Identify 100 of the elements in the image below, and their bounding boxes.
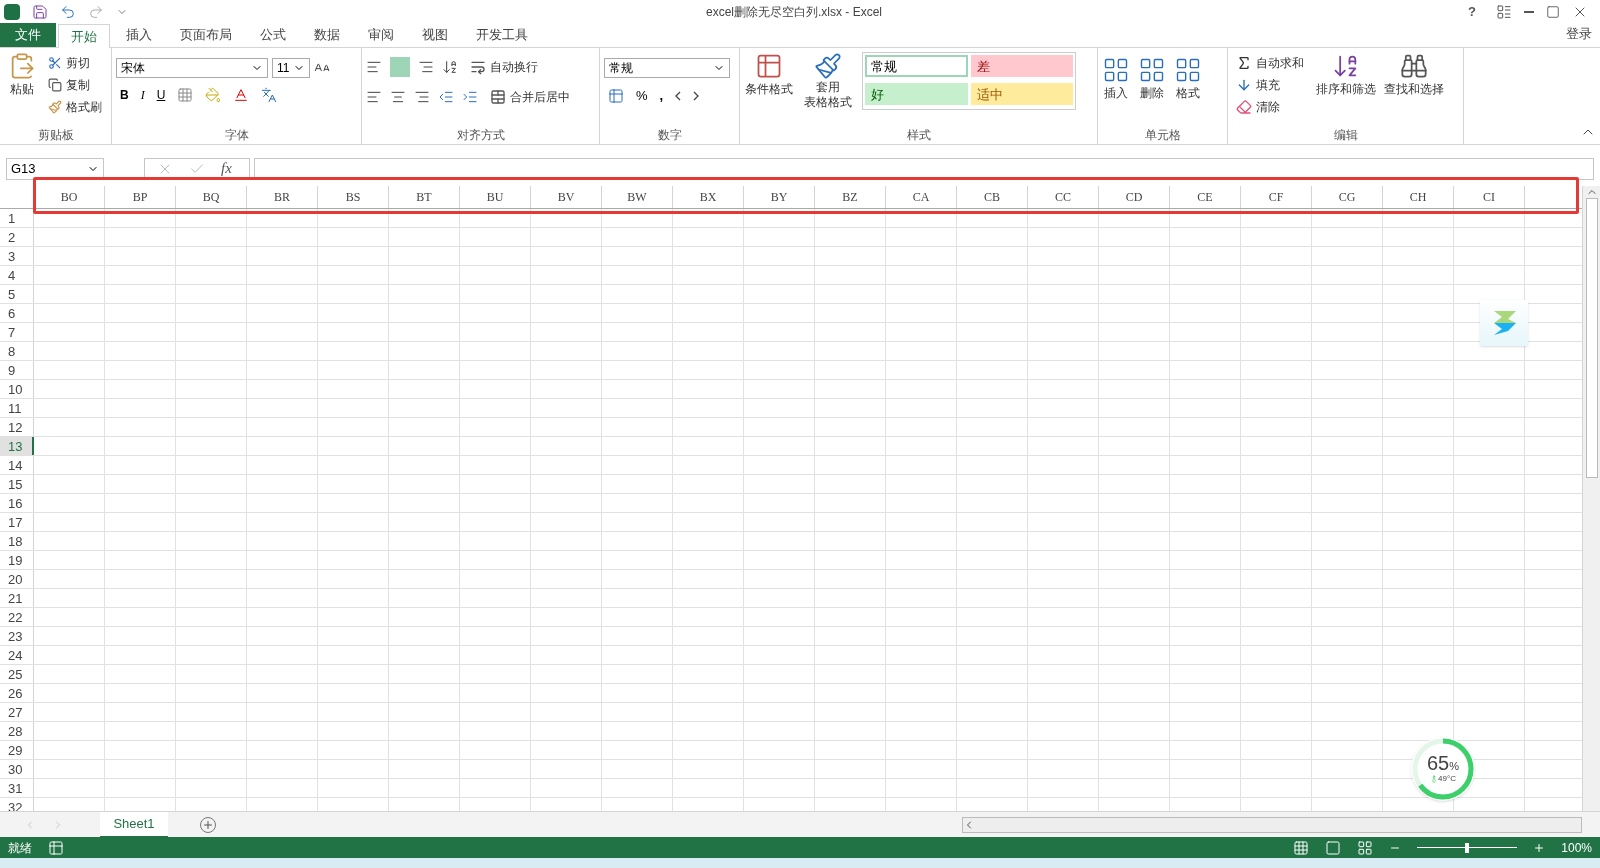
row-header[interactable]: 22 — [0, 608, 34, 626]
clear-button[interactable]: 清除 — [1232, 96, 1308, 118]
comma-button[interactable]: , — [659, 86, 664, 106]
column-header[interactable]: BR — [247, 186, 318, 208]
number-format-field[interactable]: 常规 — [604, 58, 730, 78]
copy-button[interactable]: 复制 — [44, 74, 106, 96]
column-header[interactable]: BZ — [815, 186, 886, 208]
sheet-tab[interactable]: Sheet1 — [100, 811, 168, 838]
ribbon-tab[interactable]: 开发工具 — [464, 23, 540, 47]
help-button[interactable]: ? — [1460, 2, 1484, 22]
format-painter-button[interactable]: 格式刷 — [44, 96, 106, 118]
find-select-button[interactable]: 查找和选择 — [1384, 52, 1444, 118]
insert-function-button[interactable]: fx — [221, 157, 232, 180]
row-header[interactable]: 28 — [0, 722, 34, 740]
row-header[interactable]: 12 — [0, 418, 34, 436]
row-header[interactable]: 11 — [0, 399, 34, 417]
column-header[interactable]: BT — [389, 186, 460, 208]
column-header[interactable]: CH — [1383, 186, 1454, 208]
row-header[interactable]: 25 — [0, 665, 34, 683]
row-header[interactable]: 2 — [0, 228, 34, 246]
column-header[interactable]: BV — [531, 186, 602, 208]
row-header[interactable]: 23 — [0, 627, 34, 645]
file-tab[interactable]: 文件 — [0, 23, 56, 47]
formula-input[interactable] — [254, 157, 1594, 180]
row-header[interactable]: 20 — [0, 570, 34, 588]
column-header[interactable]: CF — [1241, 186, 1312, 208]
column-header[interactable]: BQ — [176, 186, 247, 208]
ribbon-tab[interactable]: 数据 — [302, 23, 352, 47]
zoom-in-icon[interactable] — [1533, 841, 1546, 854]
percent-button[interactable]: % — [636, 86, 648, 106]
sign-in-link[interactable]: 登录 — [1566, 24, 1600, 44]
sort-filter-button[interactable]: 排序和筛选 — [1316, 52, 1376, 118]
row-header[interactable]: 9 — [0, 361, 34, 379]
row-header[interactable]: 30 — [0, 760, 34, 778]
cell-style-swatch[interactable]: 适中 — [970, 82, 1073, 105]
column-header[interactable]: CC — [1028, 186, 1099, 208]
row-header[interactable]: 6 — [0, 304, 34, 322]
autosum-button[interactable]: 自动求和 — [1232, 52, 1308, 74]
column-header[interactable]: BW — [602, 186, 673, 208]
row-header[interactable]: 19 — [0, 551, 34, 569]
column-header[interactable]: CE — [1170, 186, 1241, 208]
row-header[interactable]: 16 — [0, 494, 34, 512]
row-header[interactable]: 1 — [0, 209, 34, 227]
column-header[interactable]: BO — [34, 186, 105, 208]
name-box[interactable]: G13 — [6, 157, 104, 180]
ribbon-tab[interactable]: 插入 — [114, 23, 164, 47]
row-header[interactable]: 18 — [0, 532, 34, 550]
zoom-slider[interactable] — [1417, 842, 1518, 853]
bold-button[interactable]: B — [120, 86, 129, 104]
merge-center-button[interactable]: 合并后居中 — [486, 86, 574, 108]
row-header[interactable]: 3 — [0, 247, 34, 265]
row-header[interactable]: 17 — [0, 513, 34, 531]
row-header[interactable]: 15 — [0, 475, 34, 493]
column-header[interactable]: BP — [105, 186, 176, 208]
row-header[interactable]: 29 — [0, 741, 34, 759]
row-header[interactable]: 5 — [0, 285, 34, 303]
cell-style-swatch[interactable]: 差 — [970, 55, 1073, 77]
column-header[interactable]: CI — [1454, 186, 1525, 208]
column-header[interactable]: CA — [886, 186, 957, 208]
row-header[interactable]: 26 — [0, 684, 34, 702]
conditional-format-button[interactable]: 条件格式 — [744, 52, 794, 110]
italic-button[interactable]: I — [140, 86, 145, 104]
ribbon-tab[interactable]: 开始 — [58, 24, 110, 48]
wrap-text-button[interactable]: 自动换行 — [466, 56, 542, 78]
row-header[interactable]: 21 — [0, 589, 34, 607]
row-header[interactable]: 14 — [0, 456, 34, 474]
column-header[interactable]: BS — [318, 186, 389, 208]
ribbon-tab[interactable]: 审阅 — [356, 23, 406, 47]
row-header[interactable]: 27 — [0, 703, 34, 721]
row-header[interactable]: 4 — [0, 266, 34, 284]
column-header[interactable]: BX — [673, 186, 744, 208]
vertical-scrollbar[interactable] — [1582, 186, 1600, 811]
insert-button[interactable]: 插入 — [1102, 56, 1130, 102]
font-name-field[interactable]: 宋体 — [116, 58, 268, 78]
cut-button[interactable]: 剪切 — [44, 52, 106, 74]
column-header[interactable]: BY — [744, 186, 815, 208]
table-format-button[interactable]: 套用 表格格式 — [798, 52, 858, 110]
row-header[interactable]: 31 — [0, 779, 34, 797]
font-size-field[interactable]: 11 — [272, 58, 310, 78]
row-header[interactable]: 8 — [0, 342, 34, 360]
delete-button[interactable]: 删除 — [1138, 56, 1166, 102]
column-header[interactable]: BU — [460, 186, 531, 208]
horizontal-scrollbar[interactable] — [962, 816, 1582, 833]
row-header[interactable]: 7 — [0, 323, 34, 341]
floating-app-icon[interactable] — [1480, 300, 1528, 346]
column-header[interactable]: CG — [1312, 186, 1383, 208]
fill-button[interactable]: 填充 — [1232, 74, 1308, 96]
column-header[interactable]: CD — [1099, 186, 1170, 208]
cell-style-swatch[interactable]: 好 — [865, 82, 968, 105]
paste-button[interactable]: 粘贴 — [4, 52, 40, 118]
underline-button[interactable]: U — [156, 86, 166, 104]
row-header[interactable]: 10 — [0, 380, 34, 398]
column-header[interactable]: CB — [957, 186, 1028, 208]
row-header[interactable]: 24 — [0, 646, 34, 664]
ribbon-tab[interactable]: 页面布局 — [168, 23, 244, 47]
ribbon-tab[interactable]: 视图 — [410, 23, 460, 47]
cell-style-swatch[interactable]: 常规 — [865, 55, 968, 77]
monitor-widget[interactable]: 65% 49°C — [1411, 737, 1475, 801]
format-button[interactable]: 格式 — [1174, 56, 1202, 102]
row-header[interactable]: 13 — [0, 437, 34, 455]
